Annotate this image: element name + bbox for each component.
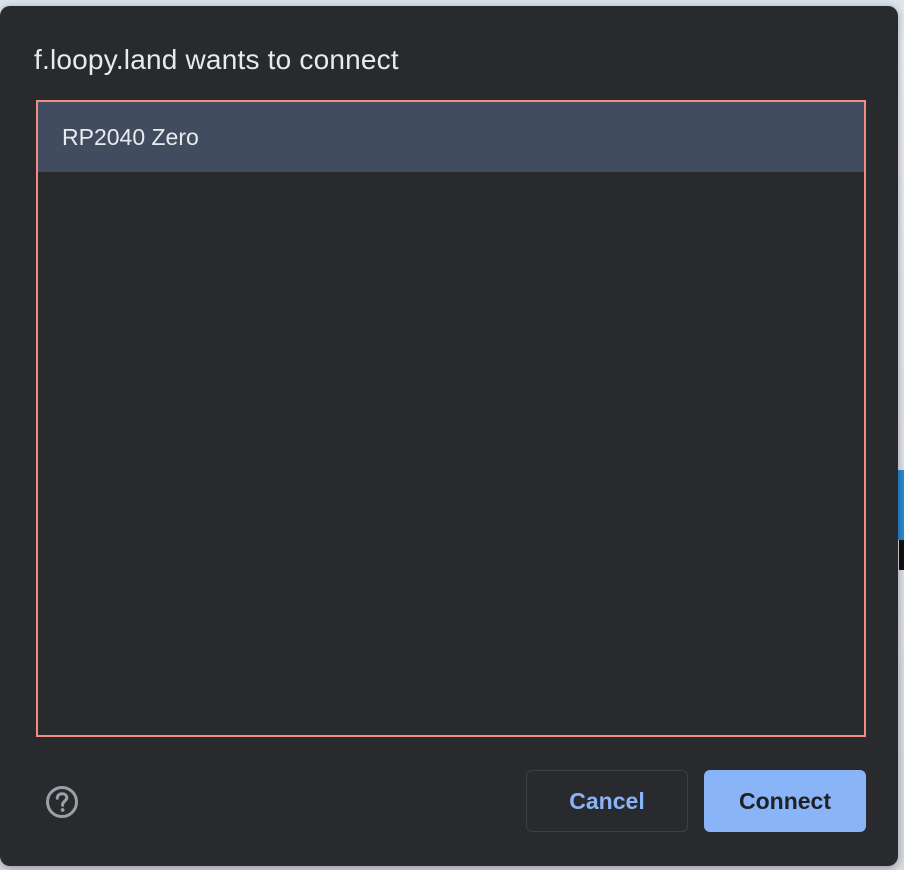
connect-button[interactable]: Connect — [704, 770, 866, 832]
help-icon[interactable] — [45, 785, 79, 819]
device-chooser-dialog: f.loopy.land wants to connect RP2040 Zer… — [0, 6, 898, 866]
device-name: RP2040 Zero — [62, 123, 199, 150]
dialog-title: f.loopy.land wants to connect — [34, 44, 399, 75]
device-list[interactable]: RP2040 Zero — [36, 100, 866, 737]
cancel-button[interactable]: Cancel — [526, 770, 688, 832]
device-list-item[interactable]: RP2040 Zero — [38, 102, 864, 172]
background-dark-strip — [899, 540, 904, 570]
